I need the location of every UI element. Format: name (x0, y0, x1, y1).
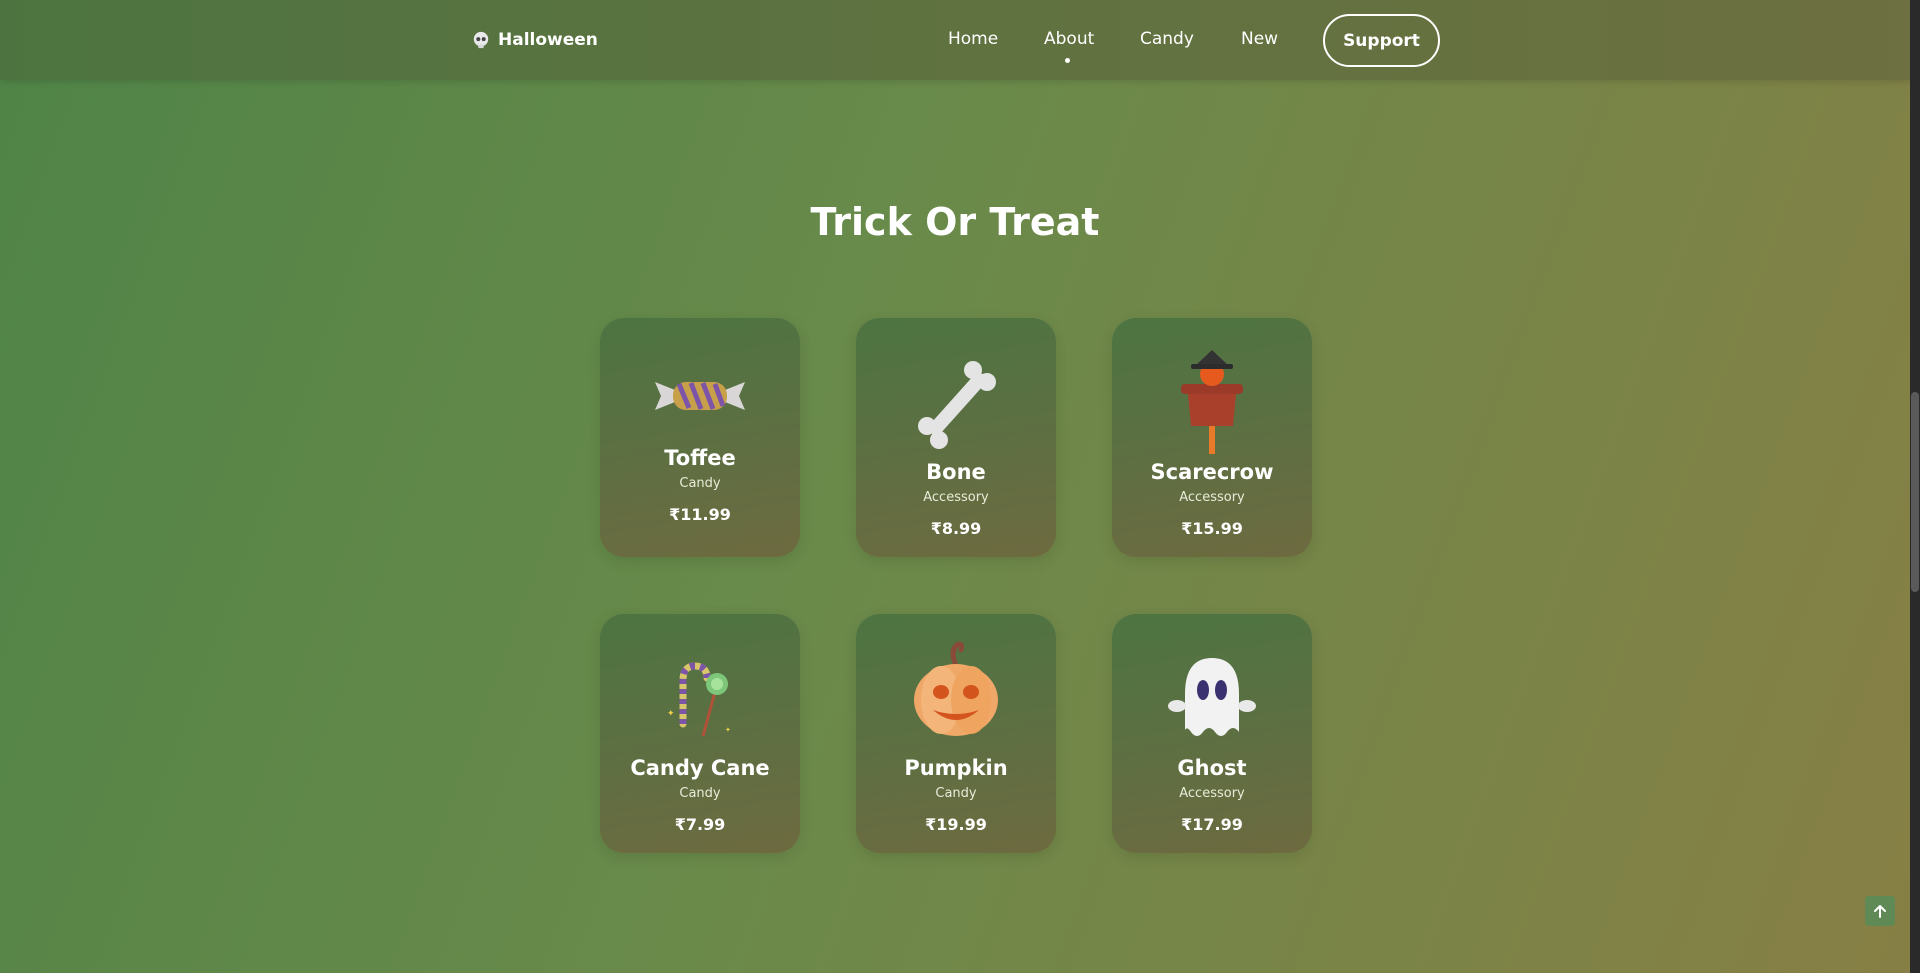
logo-text: Halloween (498, 30, 598, 50)
product-price: ₹11.99 (669, 505, 731, 524)
product-card-pumpkin[interactable]: Pumpkin Candy ₹19.99 (856, 614, 1056, 853)
site-header: Halloween Home About Candy New Support (0, 0, 1910, 80)
product-name: Pumpkin (904, 756, 1008, 780)
product-price: ₹7.99 (674, 815, 726, 834)
active-nav-indicator (1065, 58, 1070, 63)
nav-candy[interactable]: Candy (1140, 29, 1194, 49)
product-category: Candy (679, 476, 721, 491)
scroll-to-top-button[interactable] (1865, 896, 1895, 926)
bone-icon (918, 361, 996, 449)
section-title: Trick Or Treat (810, 200, 1100, 244)
product-card-scarecrow[interactable]: Scarecrow Accessory ₹15.99 (1112, 318, 1312, 557)
product-name: Scarecrow (1150, 460, 1274, 484)
product-price: ₹19.99 (925, 815, 987, 834)
nav-new[interactable]: New (1241, 29, 1278, 49)
product-card-toffee[interactable]: Toffee Candy ₹11.99 (600, 318, 800, 557)
nav-home[interactable]: Home (948, 29, 998, 49)
candy-cane-icon: ✦ ✦ (667, 662, 731, 737)
product-name: Toffee (664, 446, 736, 470)
product-name: Candy Cane (630, 756, 770, 780)
product-category: Accessory (923, 490, 989, 505)
nav-about[interactable]: About (1044, 29, 1094, 49)
product-category: Candy (679, 786, 721, 801)
product-name: Bone (926, 460, 986, 484)
product-category: Candy (935, 786, 977, 801)
product-card-bone[interactable]: Bone Accessory ₹8.99 (856, 318, 1056, 557)
scarecrow-icon (1181, 350, 1243, 454)
svg-text:✦: ✦ (667, 709, 675, 719)
skull-icon (473, 31, 489, 49)
pumpkin-icon (914, 641, 998, 736)
product-price: ₹17.99 (1181, 815, 1243, 834)
toffee-icon (655, 382, 745, 410)
product-card-ghost[interactable]: Ghost Accessory ₹17.99 (1112, 614, 1312, 853)
product-category: Accessory (1179, 786, 1245, 801)
scrollbar-thumb[interactable] (1911, 392, 1919, 592)
svg-text:✦: ✦ (725, 726, 731, 734)
product-category: Accessory (1179, 490, 1245, 505)
product-card-candy-cane[interactable]: ✦ ✦ Candy Cane Candy ₹7.99 (600, 614, 800, 853)
product-price: ₹8.99 (930, 519, 982, 538)
logo[interactable]: Halloween (472, 26, 598, 54)
support-button[interactable]: Support (1323, 14, 1440, 67)
product-price: ₹15.99 (1181, 519, 1243, 538)
ghost-icon (1168, 658, 1256, 736)
arrow-up-icon (1874, 905, 1886, 918)
product-name: Ghost (1177, 756, 1247, 780)
